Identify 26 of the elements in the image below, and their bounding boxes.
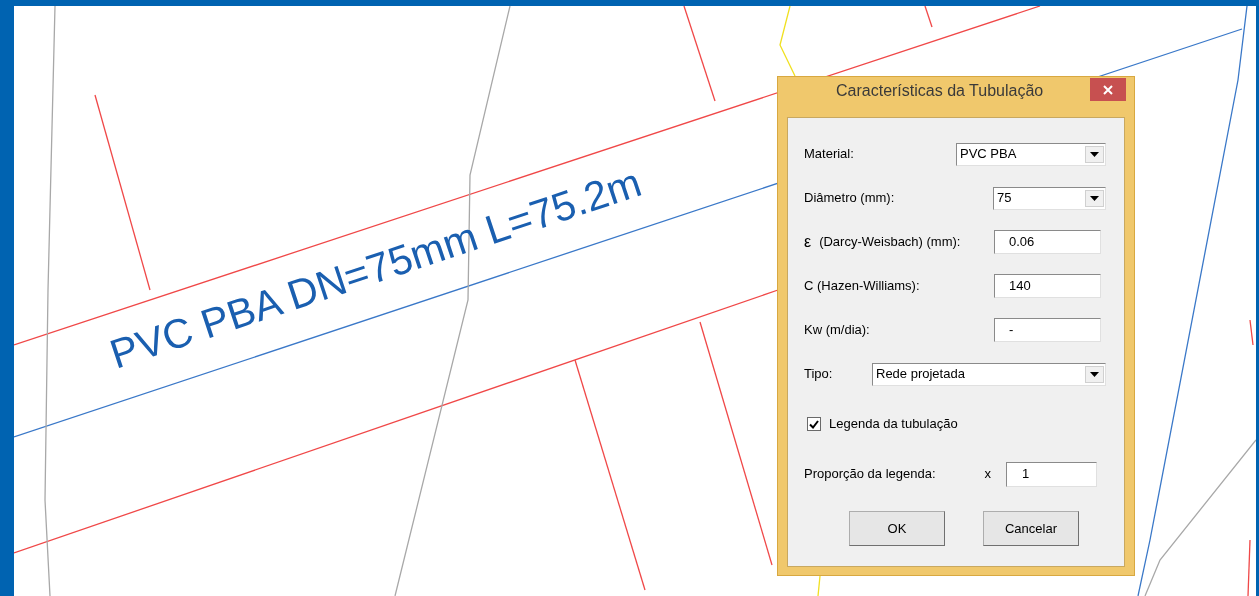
- close-icon: [1103, 84, 1113, 95]
- checkbox[interactable]: [807, 417, 821, 431]
- dropdown-arrow-icon: [1090, 151, 1099, 157]
- field-label: (Darcy-Weisbach) (mm):: [819, 233, 962, 252]
- field-label: Diâmetro (mm):: [804, 189, 896, 208]
- cancel-button[interactable]: Cancelar: [983, 511, 1079, 546]
- window-title: Características da Tubulação: [836, 80, 1044, 101]
- field-label: C (Hazen-Williams):: [804, 277, 921, 296]
- field-label: Material:: [804, 145, 855, 164]
- dropdown-field[interactable]: Rede projetada: [872, 362, 1106, 386]
- field-label: Kw (m/dia):: [804, 321, 871, 340]
- ok-button[interactable]: OK: [849, 511, 945, 546]
- input-field[interactable]: 140: [994, 274, 1101, 298]
- multiplier-label: x: [984, 465, 991, 484]
- dropdown-arrow-icon: [1090, 195, 1099, 201]
- field-label: Proporção da legenda:: [804, 465, 937, 484]
- dropdown-arrow-icon: [1090, 371, 1099, 377]
- close-button[interactable]: [1090, 78, 1126, 101]
- dropdown-field[interactable]: 75: [993, 186, 1106, 210]
- checkbox-label: Legenda da tubulação: [829, 415, 958, 434]
- field-label: Tipo:: [804, 365, 834, 384]
- epsilon-symbol: ε: [804, 232, 812, 252]
- input-field[interactable]: 1: [1006, 461, 1097, 487]
- dropdown-field[interactable]: PVC PBA: [956, 142, 1106, 166]
- input-field[interactable]: -: [994, 318, 1101, 342]
- input-field[interactable]: 0.06: [994, 230, 1101, 254]
